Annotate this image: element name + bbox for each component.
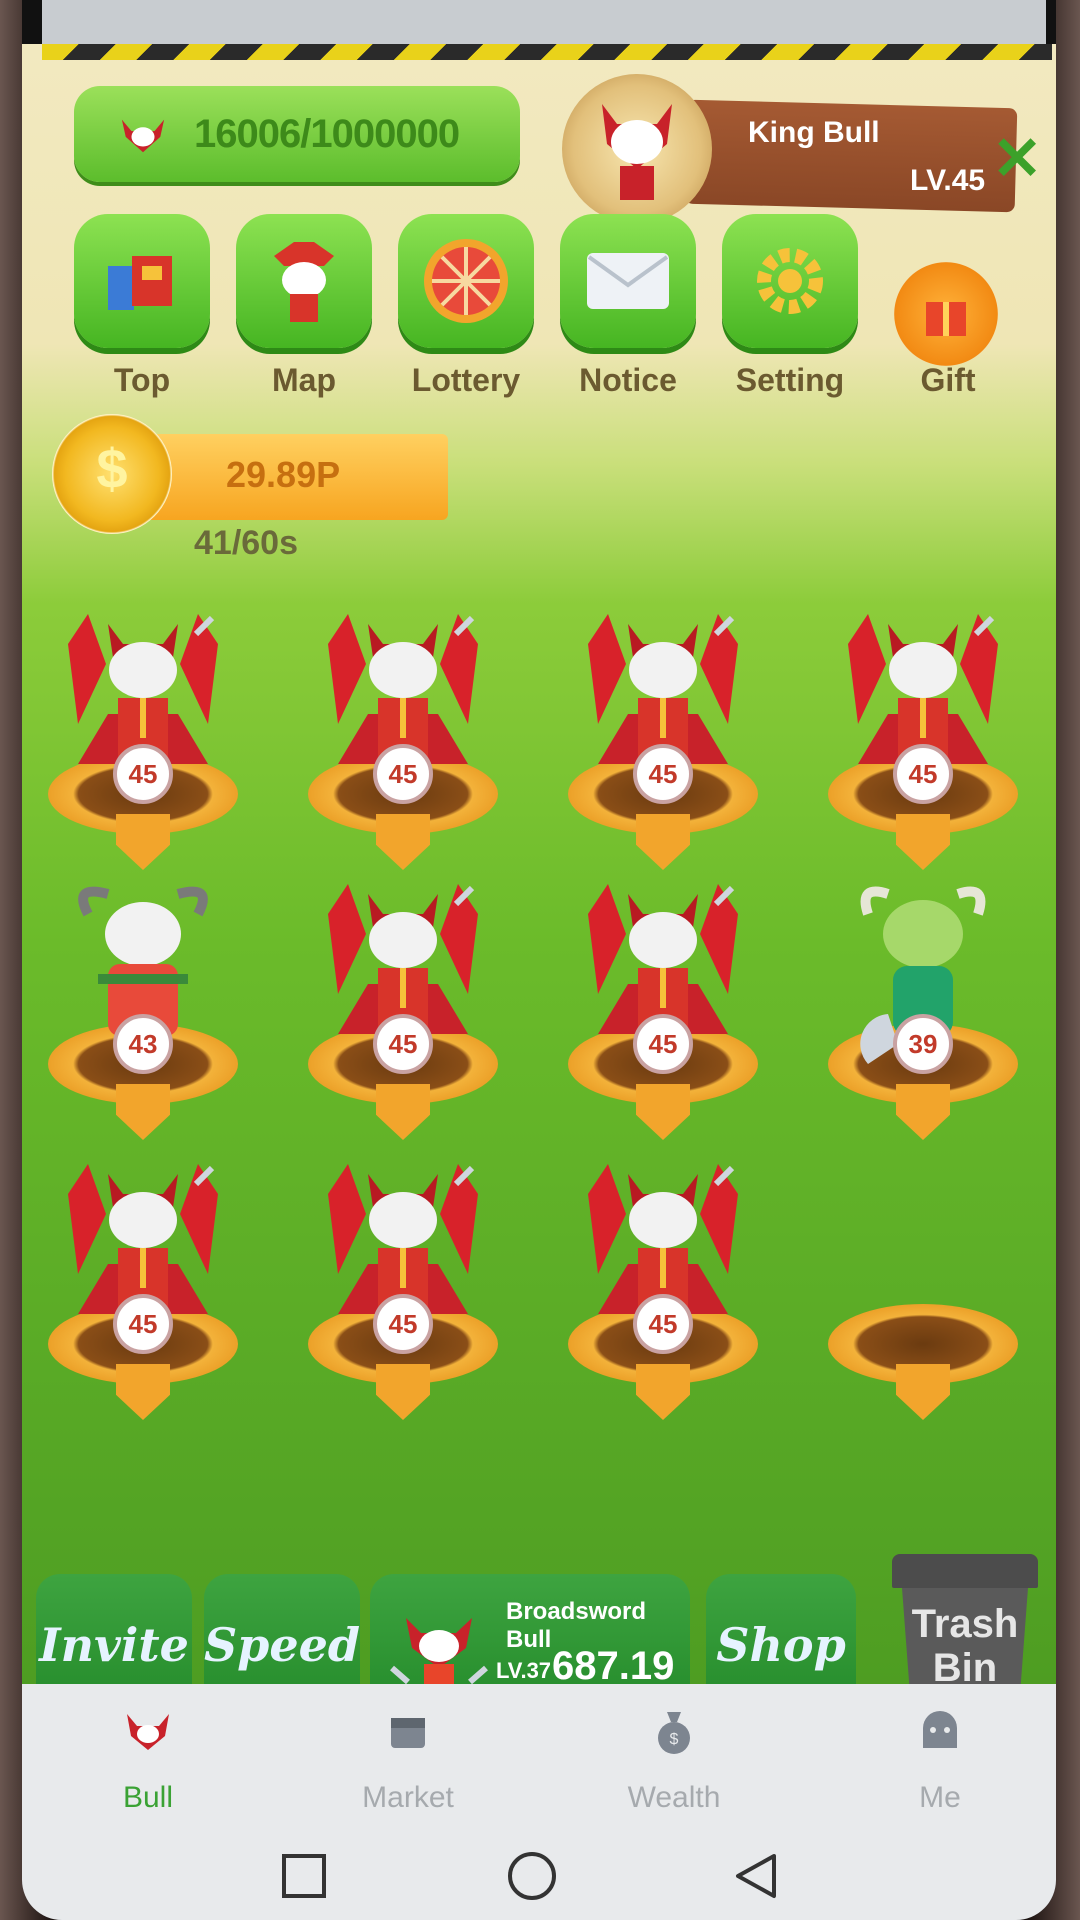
slot-arrow: [636, 814, 690, 870]
bull-level-badge: 45: [113, 1294, 173, 1354]
slot-arrow: [376, 1084, 430, 1140]
buy-bull-price: 687.19: [552, 1644, 675, 1688]
slot-arrow: [116, 1084, 170, 1140]
setting-button[interactable]: [722, 214, 858, 348]
top-icon: [108, 256, 172, 310]
bull-level-badge: 45: [633, 1014, 693, 1074]
home-icon: [508, 1852, 556, 1900]
coin-balance-bar: 29.89P: [142, 434, 448, 520]
menu-label-setting: Setting: [735, 362, 845, 398]
slot-arrow: [376, 1364, 430, 1420]
screen: 16006/1000000 King Bull LV.45 ✕ Top Map …: [22, 0, 1056, 1920]
slot-arrow: [116, 814, 170, 870]
coin-amount: 29.89P: [226, 454, 341, 495]
bull-slot[interactable]: 45: [288, 604, 518, 870]
slot-arrow: [376, 814, 430, 870]
coin-timer: 41/60s: [194, 524, 298, 562]
phone-frame: 16006/1000000 King Bull LV.45 ✕ Top Map …: [0, 0, 1080, 1920]
slot-arrow: [896, 1084, 950, 1140]
system-nav-bar: [22, 1830, 1056, 1920]
gift-button[interactable]: [894, 262, 998, 366]
trash-label-line1: Trash: [911, 1602, 1019, 1646]
market-icon: [391, 1718, 425, 1748]
menu-label-gift: Gift: [920, 362, 976, 398]
map-button[interactable]: [236, 214, 372, 348]
king-name: King Bull: [748, 116, 880, 149]
slot-arrow: [636, 1364, 690, 1420]
bull-level-badge: 39: [893, 1014, 953, 1074]
bull-slot[interactable]: 45: [808, 604, 1038, 870]
nav-bull[interactable]: Bull: [68, 1704, 228, 1815]
bull-level-badge: 45: [373, 1294, 433, 1354]
status-bar: [42, 0, 1046, 48]
buy-bull-level: LV.37: [496, 1658, 552, 1683]
bull-slot[interactable]: 43: [28, 874, 258, 1140]
coin-icon: $: [52, 414, 172, 534]
nav-label-me: Me: [919, 1781, 961, 1814]
bull-slot[interactable]: 45: [28, 1154, 258, 1420]
bull-slot[interactable]: 45: [548, 1154, 778, 1420]
bull-progress-bar: 16006/1000000: [74, 86, 520, 182]
nav-label-market: Market: [362, 1781, 454, 1814]
bull-level-badge: 43: [113, 1014, 173, 1074]
trash-bin-lid: [892, 1554, 1038, 1588]
game-area: 16006/1000000 King Bull LV.45 ✕ Top Map …: [22, 44, 1056, 1722]
bull-level-badge: 45: [373, 1014, 433, 1074]
gear-icon: [757, 248, 823, 314]
bull-slot[interactable]: 45: [288, 874, 518, 1140]
user-icon: [923, 1711, 957, 1748]
bull-slot[interactable]: 45: [288, 1154, 518, 1420]
gift-icon: [926, 302, 966, 336]
bull-slot[interactable]: 45: [28, 604, 258, 870]
slot-arrow: [636, 1084, 690, 1140]
bull-level-badge: 45: [373, 744, 433, 804]
bull-slot[interactable]: 45: [548, 874, 778, 1140]
envelope-icon: [587, 253, 669, 309]
bull-slot[interactable]: [808, 1154, 1038, 1420]
king-bull-avatar: [562, 74, 712, 224]
nav-wealth[interactable]: $ Wealth: [594, 1704, 754, 1815]
bull-level-badge: 45: [633, 744, 693, 804]
top-button[interactable]: [74, 214, 210, 348]
bull-icon: [127, 1714, 169, 1750]
back-icon: [736, 1854, 776, 1898]
menu-label-notice: Notice: [579, 362, 677, 398]
menu-label-map: Map: [272, 362, 336, 398]
notice-button[interactable]: [560, 214, 696, 348]
king-bull-icon: [602, 104, 672, 200]
nav-me[interactable]: Me: [860, 1704, 1020, 1815]
svg-text:$: $: [670, 1731, 679, 1748]
progress-value: 16006/1000000: [194, 111, 460, 156]
coin-symbol: $: [96, 437, 128, 500]
bull-level-badge: 45: [113, 744, 173, 804]
slot-arrow: [896, 1364, 950, 1420]
king-card[interactable]: King Bull LV.45 ✕: [562, 64, 1050, 234]
menu-label-top: Top: [113, 362, 171, 398]
slot-arrow: [896, 814, 950, 870]
bull-slot[interactable]: 39: [808, 874, 1038, 1140]
close-icon[interactable]: ✕: [992, 104, 1042, 214]
recent-apps-icon: [282, 1854, 326, 1898]
menu-label-lottery: Lottery: [411, 362, 521, 398]
nav-label-bull: Bull: [122, 1781, 174, 1814]
bull-head-icon: [121, 119, 165, 153]
nav-market[interactable]: Market: [328, 1704, 488, 1815]
lottery-button[interactable]: [398, 214, 534, 348]
bull-level-badge: 45: [633, 1294, 693, 1354]
lottery-wheel-icon: [424, 239, 508, 323]
slot-arrow: [116, 1364, 170, 1420]
king-level: LV.45: [910, 164, 986, 197]
bull-slot[interactable]: 45: [548, 604, 778, 870]
nav-label-wealth: Wealth: [627, 1781, 721, 1814]
money-bag-icon: $: [658, 1712, 690, 1754]
hazard-stripe: [42, 44, 1052, 60]
map-icon: [274, 242, 334, 322]
bull-level-badge: 45: [893, 744, 953, 804]
